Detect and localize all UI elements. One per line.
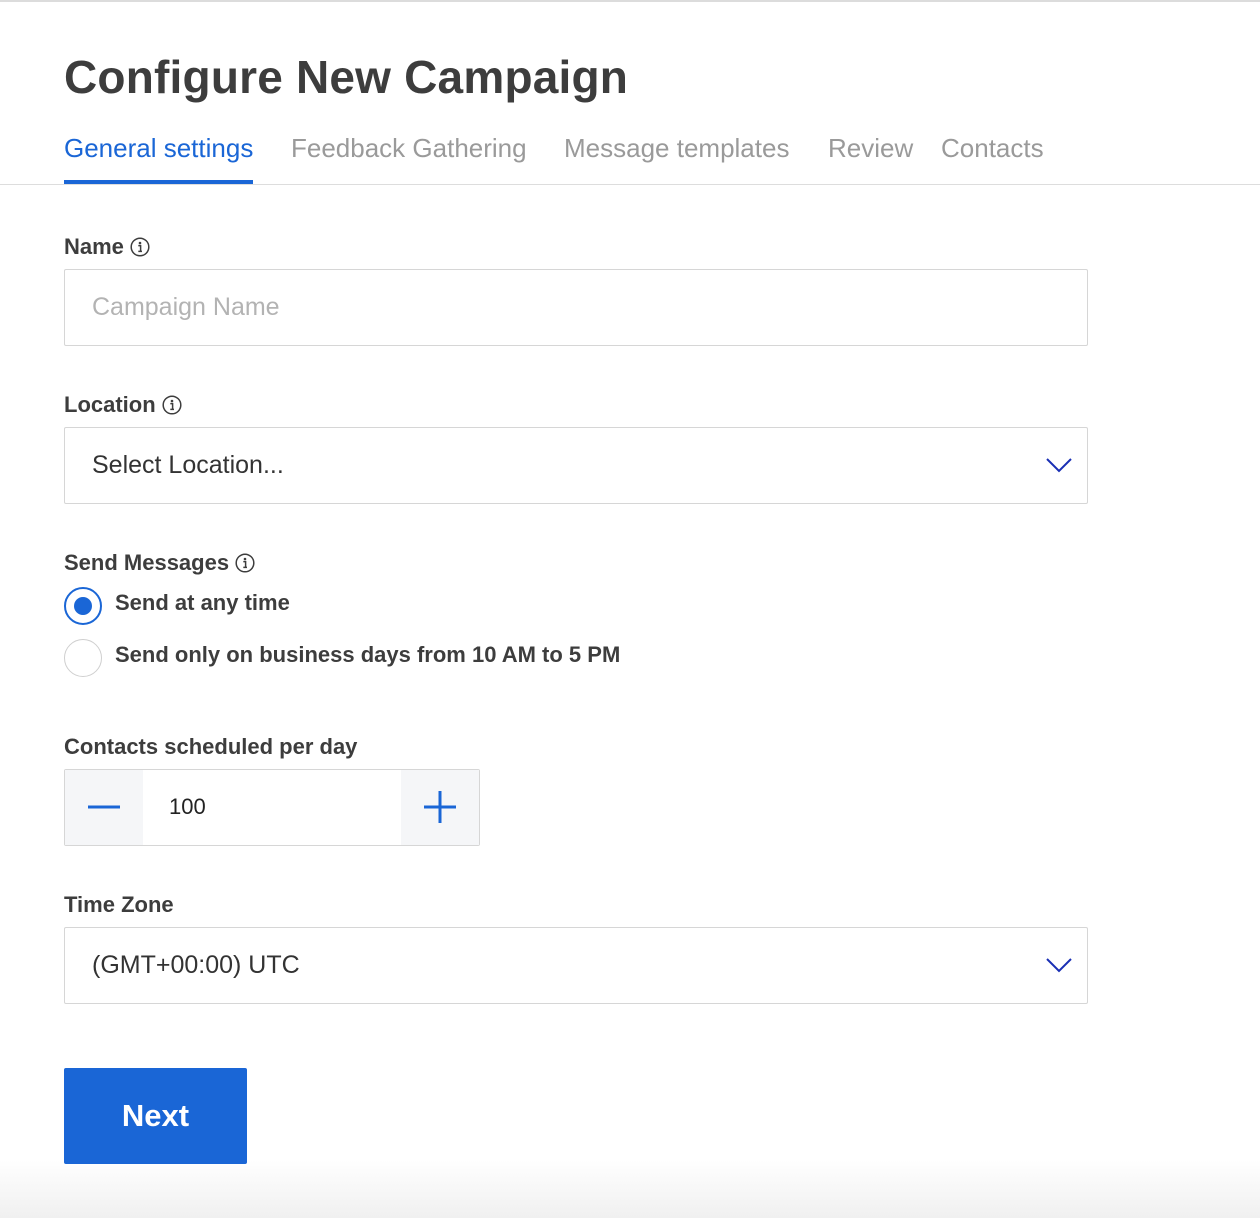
- chevron-down-icon: [1045, 455, 1073, 475]
- send-messages-label: Send Messages: [64, 550, 230, 575]
- chevron-down-icon: [1045, 955, 1073, 975]
- info-icon[interactable]: [162, 393, 182, 415]
- time-zone-select-value: (GMT+00:00) UTC: [92, 951, 300, 979]
- tab-review[interactable]: Review: [828, 126, 913, 184]
- time-zone-label: Time Zone: [64, 892, 174, 917]
- tab-general-settings[interactable]: General settings: [64, 126, 254, 184]
- tab-contacts[interactable]: Contacts: [941, 126, 1044, 184]
- top-border: [0, 0, 1260, 2]
- send-any-time-label: Send at any time: [115, 590, 290, 615]
- location-select[interactable]: Select Location...: [64, 427, 1088, 504]
- decrement-button[interactable]: [65, 770, 143, 845]
- time-zone-select[interactable]: (GMT+00:00) UTC: [64, 927, 1088, 1004]
- increment-button[interactable]: [401, 770, 479, 845]
- page-title: Configure New Campaign: [64, 51, 629, 103]
- tab-bar: General settings Feedback Gathering Mess…: [0, 126, 1260, 185]
- contacts-per-day-label: Contacts scheduled per day: [64, 734, 358, 759]
- info-icon[interactable]: [130, 235, 150, 257]
- bottom-shade: [0, 1160, 1260, 1218]
- location-select-value: Select Location...: [92, 451, 284, 479]
- name-label: Name: [64, 234, 124, 259]
- location-label-row: Location: [64, 390, 182, 420]
- name-label-row: Name: [64, 232, 150, 262]
- send-business-days-label: Send only on business days from 10 AM to…: [115, 642, 621, 667]
- radio-send-business-days[interactable]: [64, 639, 102, 677]
- contacts-per-day-stepper: 100: [64, 769, 480, 846]
- tab-message-templates[interactable]: Message templates: [564, 126, 789, 184]
- campaign-name-input[interactable]: [64, 269, 1088, 346]
- contacts-per-day-value[interactable]: 100: [169, 770, 206, 843]
- location-label: Location: [64, 392, 156, 417]
- radio-send-any-time[interactable]: [64, 587, 102, 625]
- minus-icon: [88, 805, 120, 809]
- tab-feedback-gathering[interactable]: Feedback Gathering: [291, 126, 527, 184]
- send-messages-label-row: Send Messages: [64, 548, 255, 578]
- next-button[interactable]: Next: [64, 1068, 247, 1164]
- info-icon[interactable]: [235, 551, 255, 573]
- plus-icon: [424, 791, 456, 823]
